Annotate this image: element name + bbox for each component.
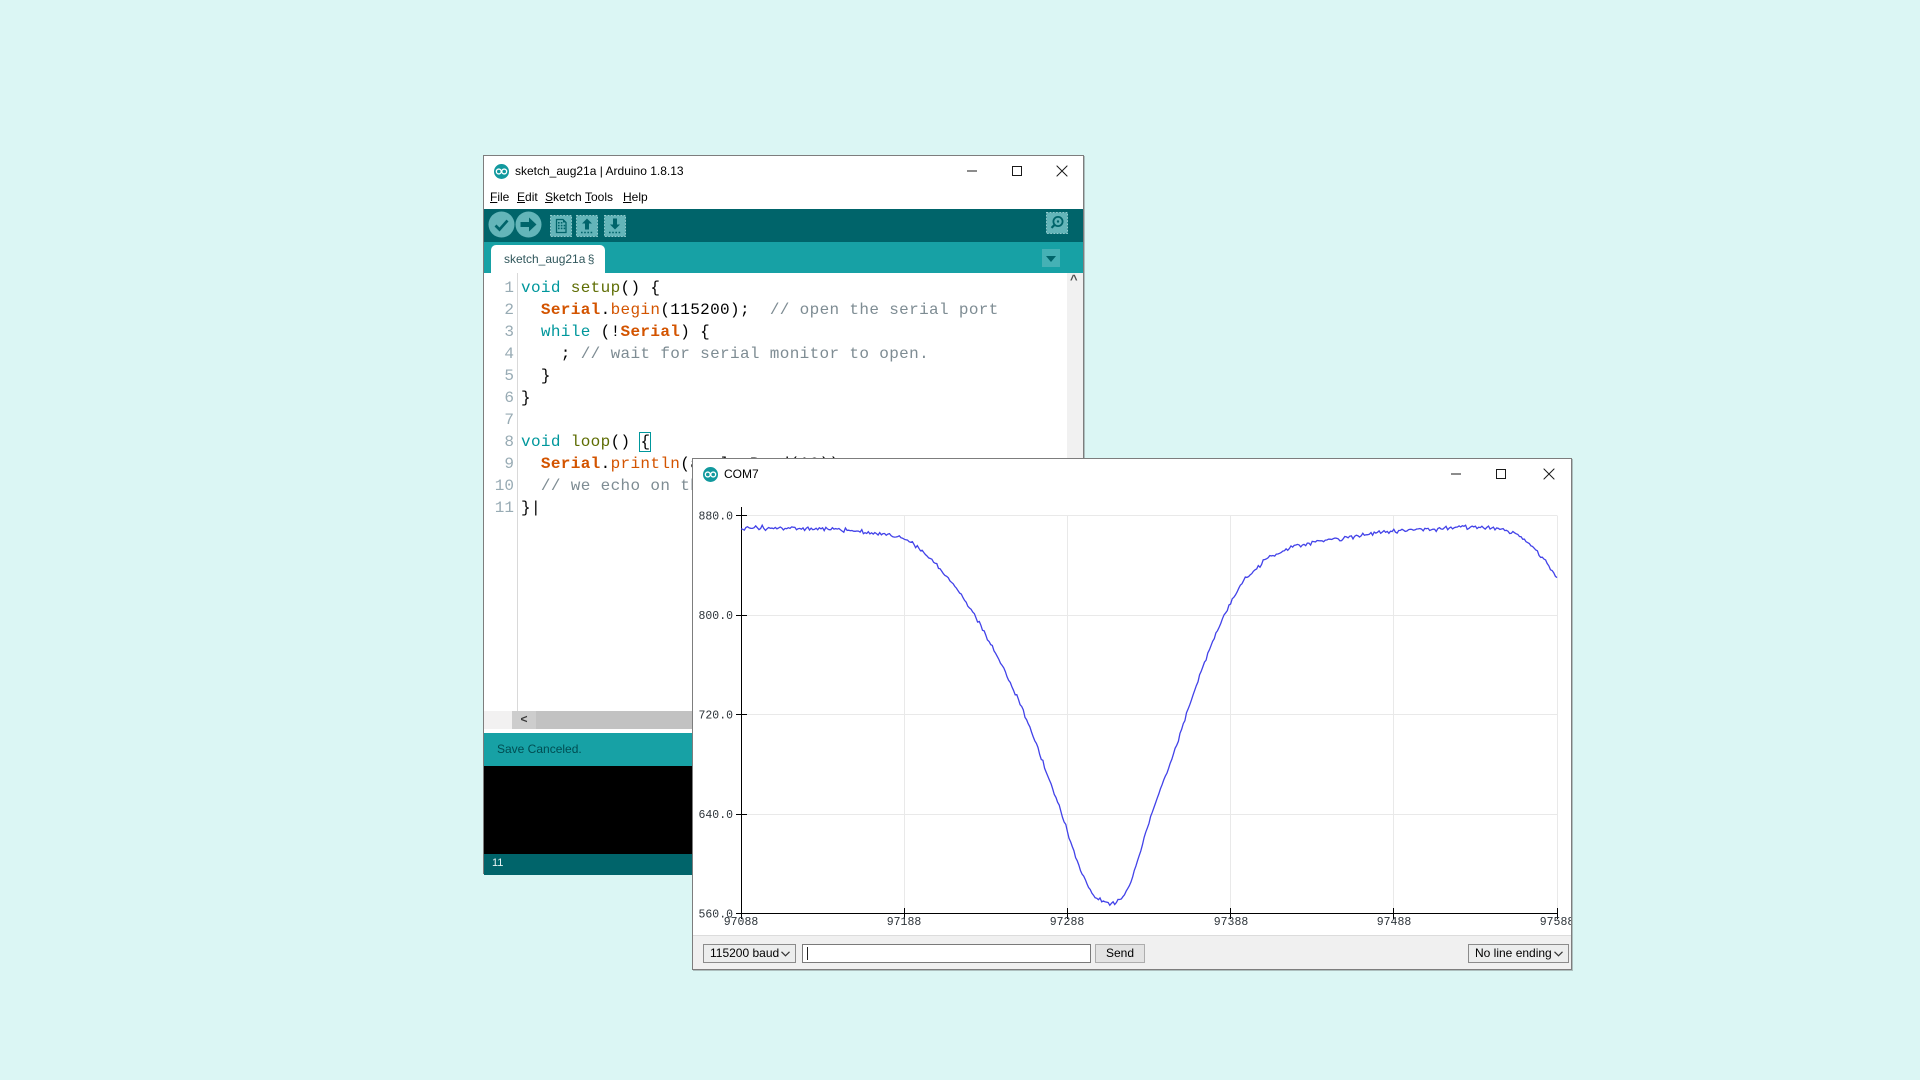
svg-text:97088: 97088: [724, 916, 759, 929]
svg-text:97288: 97288: [1050, 916, 1085, 929]
svg-text:800.0: 800.0: [698, 610, 733, 623]
svg-text:97188: 97188: [887, 916, 922, 929]
svg-text:97388: 97388: [1214, 916, 1249, 929]
svg-text:640.0: 640.0: [698, 809, 733, 822]
svg-text:97488: 97488: [1377, 916, 1412, 929]
svg-text:97588: 97588: [1540, 916, 1571, 929]
svg-text:880.0: 880.0: [698, 511, 733, 524]
svg-text:720.0: 720.0: [698, 710, 733, 723]
